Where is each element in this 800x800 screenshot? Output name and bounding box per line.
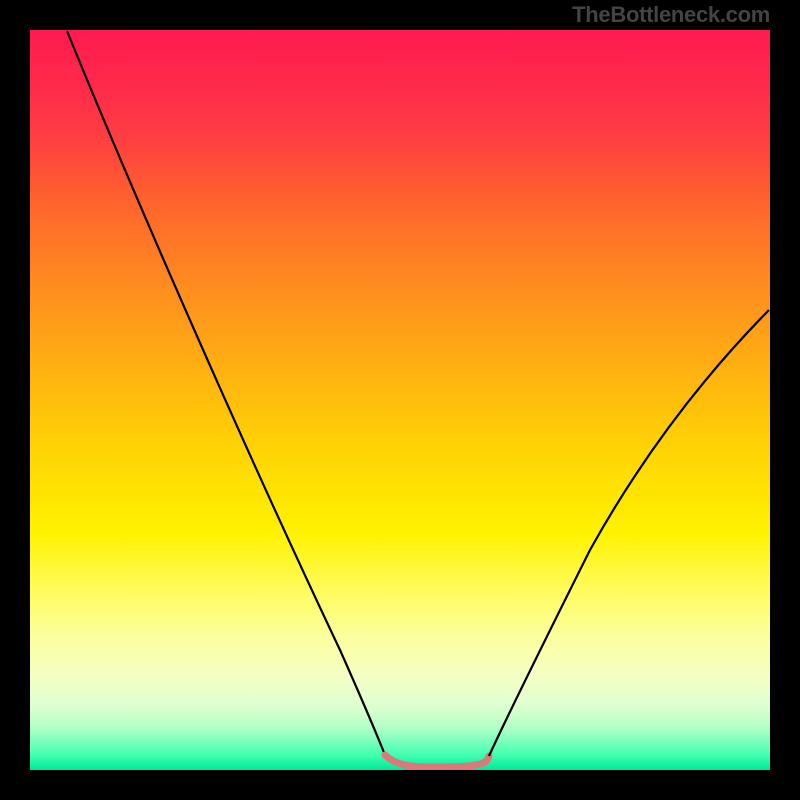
chart-curves <box>30 30 770 770</box>
watermark-text: TheBottleneck.com <box>572 2 770 28</box>
curve-valley-bottom <box>385 755 489 767</box>
curve-left-branch <box>67 31 385 755</box>
curve-right-branch <box>489 310 769 756</box>
